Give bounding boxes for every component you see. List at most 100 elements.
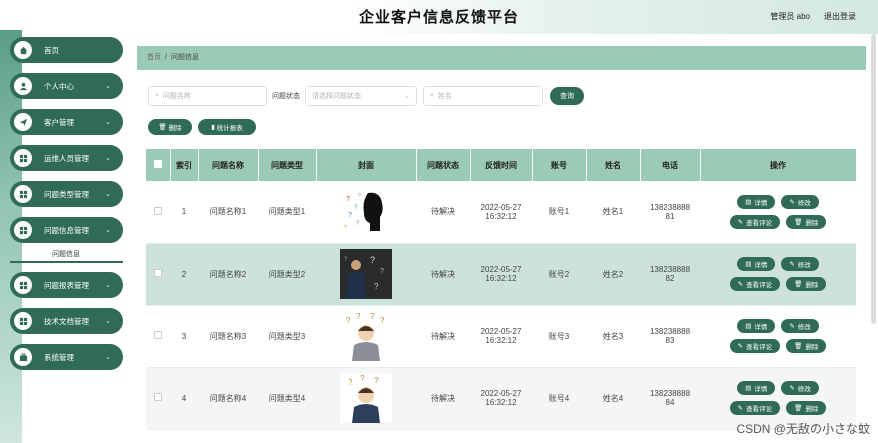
logout-link[interactable]: 退出登录 [824,11,856,22]
grid-icon [14,221,32,239]
cell-actions: ▤ 详情 ✎ 修改 ✎ 查看评论 🗑 删除 [700,243,856,306]
phone-part2: 82 [665,274,675,283]
delete-label: 删除 [805,406,819,413]
select-all-checkbox[interactable] [153,160,162,168]
cell-cover: ?? ?? ?? [316,181,416,244]
svg-text:?: ? [374,282,379,291]
view-comments-button[interactable]: ✎ 查看评论 [729,277,781,291]
sidebar-item-tech-docs-management[interactable]: 技术文档管理 ⌄ [10,308,123,334]
chevron-down-icon: ⌄ [105,119,111,126]
sidebar-item-label: 个人中心 [44,81,74,91]
breadcrumb-separator: / [165,54,167,61]
view-comments-button[interactable]: ✎ 查看评论 [729,401,781,415]
sidebar: 首页 个人中心 ⌄ 客户管理 ⌄ 运维人员管理 ⌄ 问题类型管理 ⌄ 问题信息管… [10,37,123,380]
sidebar-subitem-issue-info[interactable]: 问题信息 [10,247,123,263]
page-scrollbar[interactable] [871,34,876,324]
detail-button[interactable]: ▤ 详情 [737,381,776,395]
chevron-down-icon: ⌄ [105,83,111,90]
cell-phone: 138238888 83 [640,305,700,368]
grid-icon [14,312,32,330]
cover-image[interactable]: ?? ?? [340,311,392,361]
breadcrumb: 首页 / 问题信息 [137,46,866,70]
sidebar-item-label: 系统管理 [44,352,74,362]
delete-button[interactable]: 🗑 删除 [786,339,827,353]
trash-icon: 🗑 [158,124,167,131]
issue-name-input[interactable]: ⌕ 问题名称 [148,86,267,106]
cover-image[interactable]: ?? ? [340,373,392,423]
pencil-icon: ✎ [737,343,744,350]
sidebar-item-home[interactable]: 首页 [10,37,123,63]
sidebar-item-customer-management[interactable]: 客户管理 ⌄ [10,109,123,135]
row-checkbox[interactable] [154,331,162,339]
cover-image[interactable]: ?? ?? [340,249,392,299]
breadcrumb-home[interactable]: 首页 [147,54,161,61]
header-phone: 电话 [640,149,701,181]
document-icon: ▤ [745,198,752,206]
cell-account: 账号1 [532,181,586,244]
cell-issue-type: 问题类型4 [258,367,316,430]
header-name: 姓名 [586,149,641,181]
detail-button[interactable]: ▤ 详情 [737,319,776,333]
pencil-icon: ✎ [789,261,795,268]
sidebar-item-ops-staff-management[interactable]: 运维人员管理 ⌄ [10,145,123,171]
svg-text:?: ? [374,376,379,385]
account-input[interactable]: ⌕ 姓名 [423,86,543,106]
cell-person: 姓名2 [586,243,640,306]
cell-cover: ?? ?? [316,305,416,368]
issue-table-wrapper: 索引 问题名称 问题类型 封面 问题状态 反馈时间 账号 姓名 电话 操作 1 … [146,149,856,443]
feedback-clock: 16:32:12 [485,274,517,283]
cell-issue-type: 问题类型3 [258,305,316,368]
sidebar-item-issue-report-management[interactable]: 问题报表管理 ⌄ [10,272,123,298]
bulk-delete-button[interactable]: 🗑 删除 [148,119,192,135]
phone-part2: 81 [665,211,675,221]
sidebar-item-personal-center[interactable]: 个人中心 ⌄ [10,73,123,99]
feedback-date: 2022-05-27 [480,327,522,336]
row-checkbox[interactable] [154,269,162,277]
cover-image[interactable]: ?? ?? ?? [340,186,392,237]
account-input-placeholder: 姓名 [437,93,452,100]
sidebar-item-issue-type-management[interactable]: 问题类型管理 ⌄ [10,181,123,207]
delete-button[interactable]: 🗑 删除 [786,277,827,291]
query-button[interactable]: 查询 [550,87,584,105]
pencil-icon: ✎ [737,218,744,226]
report-button[interactable]: ▮ 统计报表 [198,119,256,135]
delete-label: 删除 [805,344,819,351]
delete-button[interactable]: 🗑 删除 [786,401,827,415]
select-all-cell[interactable] [146,149,171,181]
svg-text:?: ? [358,193,361,199]
detail-button[interactable]: ▤ 详情 [737,257,776,271]
grid-icon [14,185,32,203]
feedback-clock: 16:32:12 [485,398,517,407]
report-label: 统计报表 [216,125,243,132]
edit-button[interactable]: ✎ 修改 [781,319,819,333]
sidebar-item-label: 问题类型管理 [44,189,89,199]
row-checkbox[interactable] [154,393,162,401]
feedback-clock: 16:32:12 [485,336,517,345]
cell-status: 待解决 [416,181,470,244]
detail-button[interactable]: ▤ 详情 [737,194,776,209]
cell-phone: 138238888 84 [640,367,700,430]
edit-button[interactable]: ✎ 修改 [781,194,819,209]
trash-icon: 🗑 [794,281,803,288]
cell-phone: 138238888 82 [640,243,700,306]
cell-issue-type: 问题类型1 [258,181,316,244]
header-issue-status: 问题状态 [416,149,471,181]
top-bar: 企业客户信息反馈平台 管理员 abo 退出登录 [0,0,878,34]
sidebar-item-system-management[interactable]: 系统管理 ⌄ [10,344,123,370]
cell-issue-name: 问题名称4 [198,367,258,430]
table-row: 3 问题名称3 问题类型3 ?? ?? 待解决 2022-05-27 16:32:… [146,305,856,368]
status-select[interactable]: 请选择问题状态 ⌄ [305,86,417,106]
status-filter-label: 问题状态 [272,93,300,100]
view-comments-button[interactable]: ✎ 查看评论 [729,214,781,229]
row-checkbox[interactable] [154,206,162,215]
edit-button[interactable]: ✎ 修改 [781,381,819,395]
edit-button[interactable]: ✎ 修改 [781,257,819,271]
trash-icon: 🗑 [794,405,803,412]
phone-part2: 83 [665,336,675,345]
view-comments-button[interactable]: ✎ 查看评论 [729,339,781,353]
cell-person: 姓名4 [586,367,640,430]
detail-label: 详情 [754,324,768,331]
delete-button[interactable]: 🗑 删除 [786,214,827,229]
phone-part1: 138238888 [649,265,691,274]
sidebar-item-issue-info-management[interactable]: 问题信息管理 ⌄ [10,217,123,243]
